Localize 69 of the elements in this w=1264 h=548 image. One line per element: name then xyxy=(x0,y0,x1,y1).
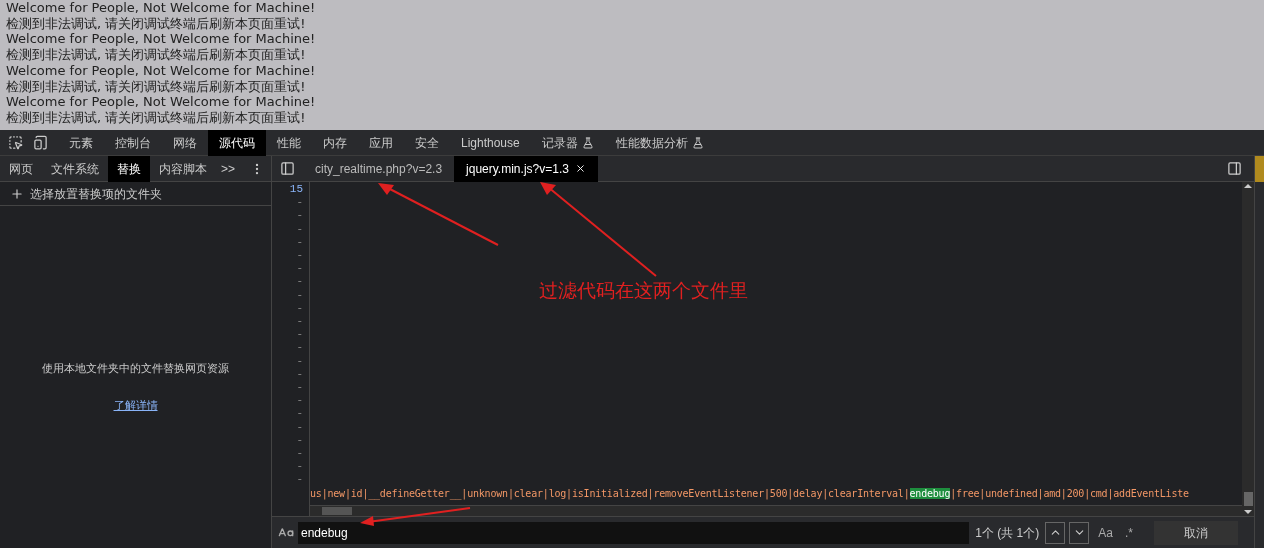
line-number: - xyxy=(296,301,303,316)
line-number: - xyxy=(296,341,303,355)
page-text: Welcome for People, Not Welcome for Machine! xyxy=(6,0,316,16)
page-text: 检测到非法调试, 请关闭调试终端后刷新本页面重试! xyxy=(6,78,306,95)
line-number: - xyxy=(296,433,303,448)
page-text: Welcome for People, Not Welcome for Machine! xyxy=(6,31,316,48)
line-number: - xyxy=(296,275,303,289)
sidebar-tab[interactable]: 文件系统 xyxy=(42,155,108,182)
line-number: - xyxy=(296,196,303,210)
devtools-tab[interactable]: 控制台 xyxy=(104,129,162,156)
line-number: - xyxy=(296,460,303,474)
line-number: - xyxy=(296,288,303,302)
line-number: - xyxy=(296,328,303,342)
line-number: - xyxy=(296,262,303,276)
devtools-tab[interactable]: 网络 xyxy=(162,129,208,156)
file-tab[interactable]: city_realtime.php?v=2.3 xyxy=(303,155,455,182)
line-number: - xyxy=(296,209,303,223)
devtools-tab[interactable]: 元素 xyxy=(58,129,104,156)
line-number: - xyxy=(296,420,303,434)
horizontal-scrollbar[interactable] xyxy=(310,505,1242,516)
line-number: - xyxy=(296,381,303,395)
devtools-tab[interactable]: 记录器 xyxy=(530,129,605,156)
sidebar-tab[interactable]: 替换 xyxy=(108,155,150,182)
line-number: - xyxy=(296,249,303,263)
close-icon[interactable] xyxy=(574,163,586,174)
page-text: 检测到非法调试, 请关闭调试终端后刷新本页面重试! xyxy=(6,15,306,32)
file-tab[interactable]: jquery.min.js?v=1.3 xyxy=(454,155,598,182)
code-line: us|new|id|__defineGetter__|unknown|clear|log|isInitialized|removeEventListener|500|delay|clearInterval|endebug|free|undefined|amd|200|cmd|addEventListe xyxy=(310,487,1189,501)
annotation-text: 过滤代码在这两个文件里 xyxy=(539,279,748,303)
device-icon[interactable] xyxy=(33,135,48,150)
sidebar-tab[interactable]: 内容脚本 xyxy=(150,155,216,182)
line-number: - xyxy=(296,315,303,329)
devtools-tab[interactable]: 安全 xyxy=(404,129,450,156)
devtools-tab[interactable]: 性能 xyxy=(266,129,312,156)
line-number: - xyxy=(296,354,303,368)
page-text: Welcome for People, Not Welcome for Machine! xyxy=(6,62,316,79)
devtools-tab[interactable]: 性能数据分析 xyxy=(604,129,715,156)
empty-message: 使用本地文件夹中的文件替换网页资源 xyxy=(42,361,229,376)
line-number: - xyxy=(296,235,303,249)
regex-button[interactable]: .* xyxy=(1122,523,1136,542)
line-number: - xyxy=(296,473,303,487)
toggle-navigator-icon[interactable] xyxy=(280,161,295,176)
line-number: - xyxy=(296,367,303,382)
next-match-button[interactable] xyxy=(1069,521,1090,544)
inspect-icon[interactable] xyxy=(8,135,23,150)
line-number: 15 xyxy=(289,183,303,197)
toggle-debugger-icon[interactable] xyxy=(1227,161,1242,176)
learn-more-link[interactable]: 了解详情 xyxy=(113,396,158,413)
add-folder-button[interactable]: 选择放置替换项的文件夹 xyxy=(0,182,271,206)
devtools-tab[interactable]: 应用 xyxy=(358,129,404,156)
vertical-scrollbar[interactable] xyxy=(1242,182,1254,516)
page-text: 检测到非法调试, 请关闭调试终端后刷新本页面重试! xyxy=(6,109,306,126)
search-field[interactable]: endebug xyxy=(298,521,970,544)
plus-icon xyxy=(10,186,24,201)
cancel-button[interactable]: 取消 xyxy=(1154,520,1238,545)
sidebar-tab[interactable]: 网页 xyxy=(0,155,42,182)
previous-match-button[interactable] xyxy=(1045,521,1066,544)
line-number: - xyxy=(296,222,303,236)
devtools-tab[interactable]: Lighthouse xyxy=(450,129,531,156)
devtools-tab[interactable]: 源代码 xyxy=(208,129,266,156)
match-count: 1个 (共 1个) xyxy=(975,524,1040,542)
case-sensitive-button[interactable]: Aa xyxy=(1093,523,1118,542)
line-number: - xyxy=(296,394,303,408)
page-text: 检测到非法调试, 请关闭调试终端后刷新本页面重试! xyxy=(6,47,306,63)
page-text: Welcome for People, Not Welcome for Machine! xyxy=(6,94,316,110)
more-tabs-button[interactable]: >> xyxy=(216,159,240,178)
line-number: - xyxy=(296,447,303,461)
devtools-tab[interactable]: 内存 xyxy=(312,129,358,156)
line-number: - xyxy=(296,407,303,421)
